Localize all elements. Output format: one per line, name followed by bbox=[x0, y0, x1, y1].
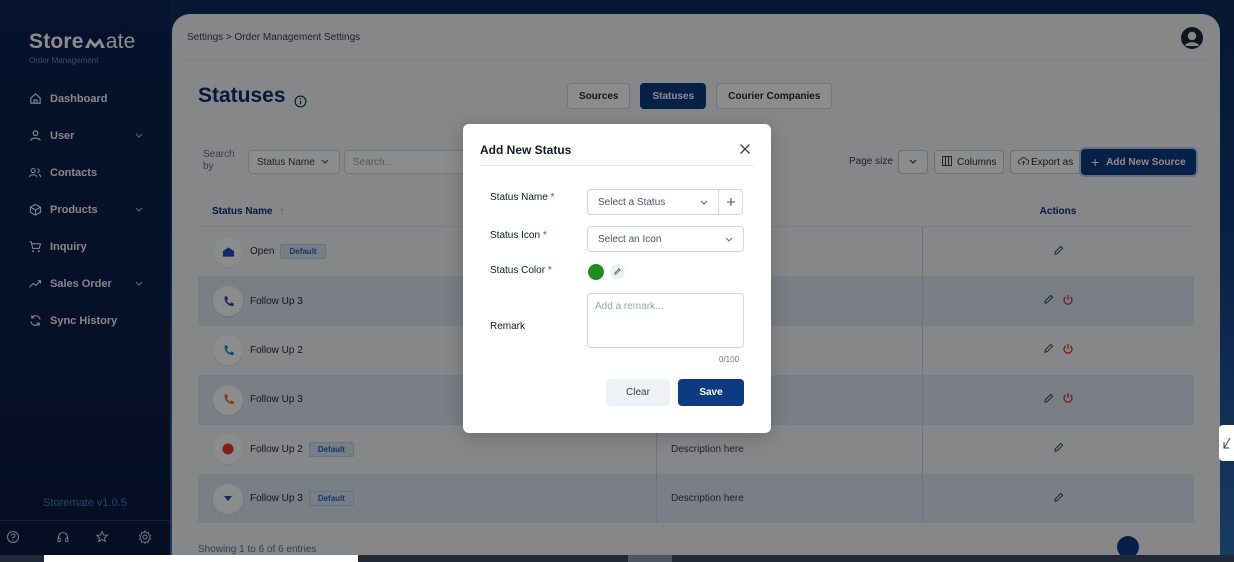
add-status-name-button[interactable] bbox=[718, 189, 743, 215]
color-picker-icon[interactable] bbox=[610, 264, 625, 279]
modal-title: Add New Status bbox=[480, 143, 572, 157]
taskbar-app[interactable] bbox=[628, 555, 672, 562]
status-icon-placeholder: Select an Icon bbox=[598, 233, 662, 245]
collapse-arrows-icon bbox=[1223, 437, 1230, 449]
os-taskbar bbox=[0, 555, 1234, 562]
side-drawer-handle[interactable] bbox=[1219, 425, 1234, 461]
taskbar-search-area[interactable] bbox=[44, 555, 358, 562]
chevron-down-icon bbox=[700, 198, 708, 209]
status-color-swatch[interactable] bbox=[588, 264, 604, 280]
save-button[interactable]: Save bbox=[678, 379, 744, 406]
plus-icon bbox=[726, 198, 735, 206]
status-color-label: Status Color * bbox=[490, 265, 552, 276]
remark-char-counter: 0/100 bbox=[719, 355, 740, 364]
remark-label: Remark bbox=[490, 321, 526, 332]
close-icon[interactable] bbox=[739, 143, 751, 155]
status-icon-label: Status Icon * bbox=[490, 230, 547, 241]
clear-button[interactable]: Clear bbox=[606, 379, 670, 406]
status-name-select[interactable]: Select a Status bbox=[587, 189, 719, 215]
chevron-down-icon bbox=[725, 235, 733, 246]
remark-textarea[interactable]: Add a remark... bbox=[587, 293, 744, 348]
status-name-label: Status Name * bbox=[490, 192, 555, 203]
modal-divider bbox=[480, 165, 754, 166]
status-name-placeholder: Select a Status bbox=[598, 196, 666, 208]
add-status-modal: Add New Status Status Name * Select a St… bbox=[463, 124, 771, 433]
status-icon-select[interactable]: Select an Icon bbox=[587, 226, 744, 252]
